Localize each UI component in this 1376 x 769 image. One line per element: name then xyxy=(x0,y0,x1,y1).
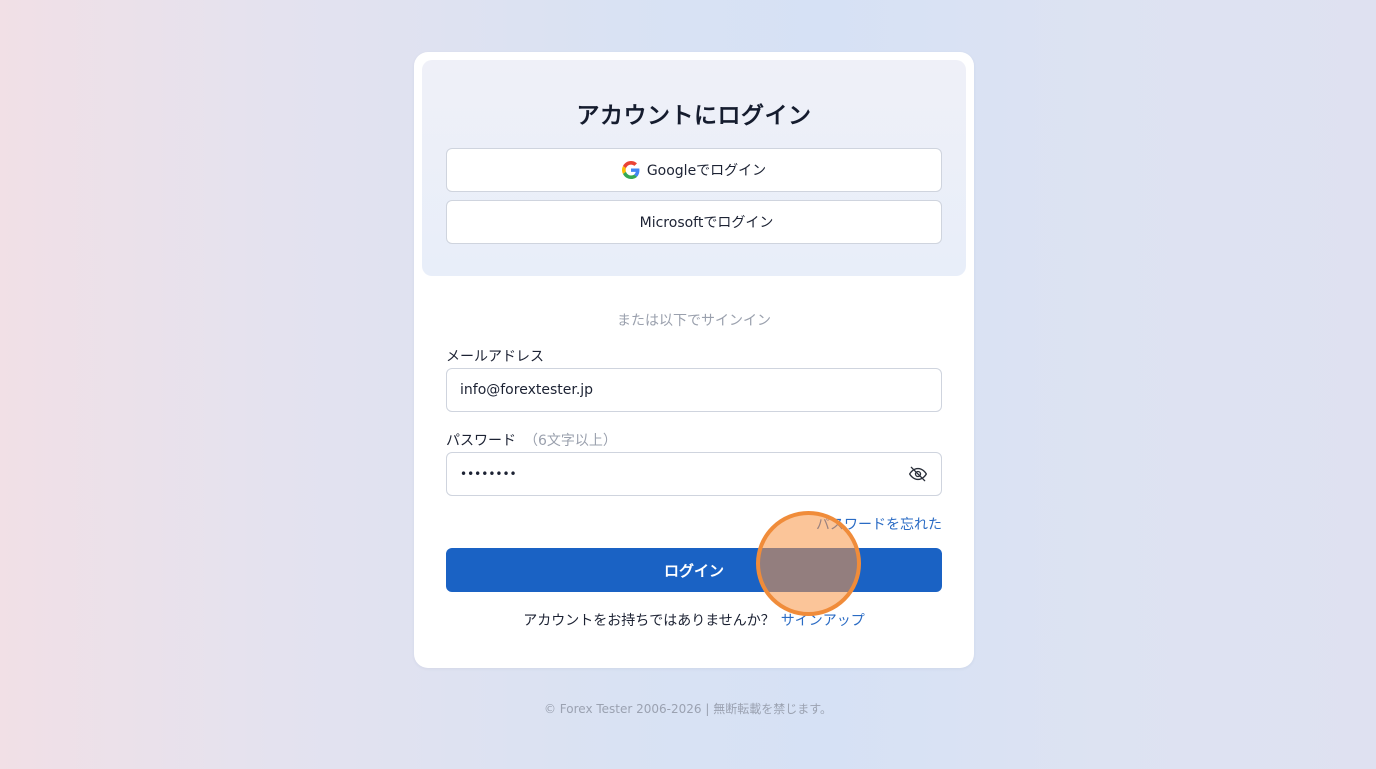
password-value: •••••••• xyxy=(460,467,517,481)
password-hint: （6文字以上） xyxy=(524,433,617,449)
email-value: info@forextester.jp xyxy=(460,382,594,398)
microsoft-login-label: Microsoftでログイン xyxy=(639,215,774,231)
login-card: アカウントにログイン Googleでログイン Microsoftでログイン また… xyxy=(414,52,974,668)
eye-off-icon[interactable] xyxy=(908,464,928,484)
signup-link[interactable]: サインアップ xyxy=(781,613,865,629)
login-button[interactable]: ログイン xyxy=(446,548,942,592)
microsoft-login-button[interactable]: Microsoftでログイン xyxy=(446,200,942,244)
google-icon xyxy=(621,161,640,179)
footer-copyright: © Forex Tester 2006-2026 | 無断転載を禁じます。 xyxy=(543,702,833,716)
email-field[interactable]: info@forextester.jp xyxy=(446,368,942,412)
microsoft-icon xyxy=(615,213,633,231)
google-login-label: Googleでログイン xyxy=(646,163,767,179)
divider-text: または以下でサインイン xyxy=(617,313,771,329)
login-button-label: ログイン xyxy=(663,561,724,580)
password-label-text: パスワード xyxy=(446,433,516,449)
password-field[interactable]: •••••••• xyxy=(446,452,942,496)
signup-row: アカウントをお持ちではありませんか？ サインアップ xyxy=(414,610,974,630)
google-login-button[interactable]: Googleでログイン xyxy=(446,148,942,192)
forgot-password-link[interactable]: パスワードを忘れた xyxy=(816,514,942,534)
no-account-text: アカウントをお持ちではありませんか？ xyxy=(523,613,775,629)
email-label: メールアドレス xyxy=(446,349,544,365)
sso-panel: アカウントにログイン Googleでログイン Microsoftでログイン xyxy=(422,60,966,276)
page-title: アカウントにログイン xyxy=(576,103,812,129)
password-label: パスワード （6文字以上） xyxy=(446,430,617,450)
